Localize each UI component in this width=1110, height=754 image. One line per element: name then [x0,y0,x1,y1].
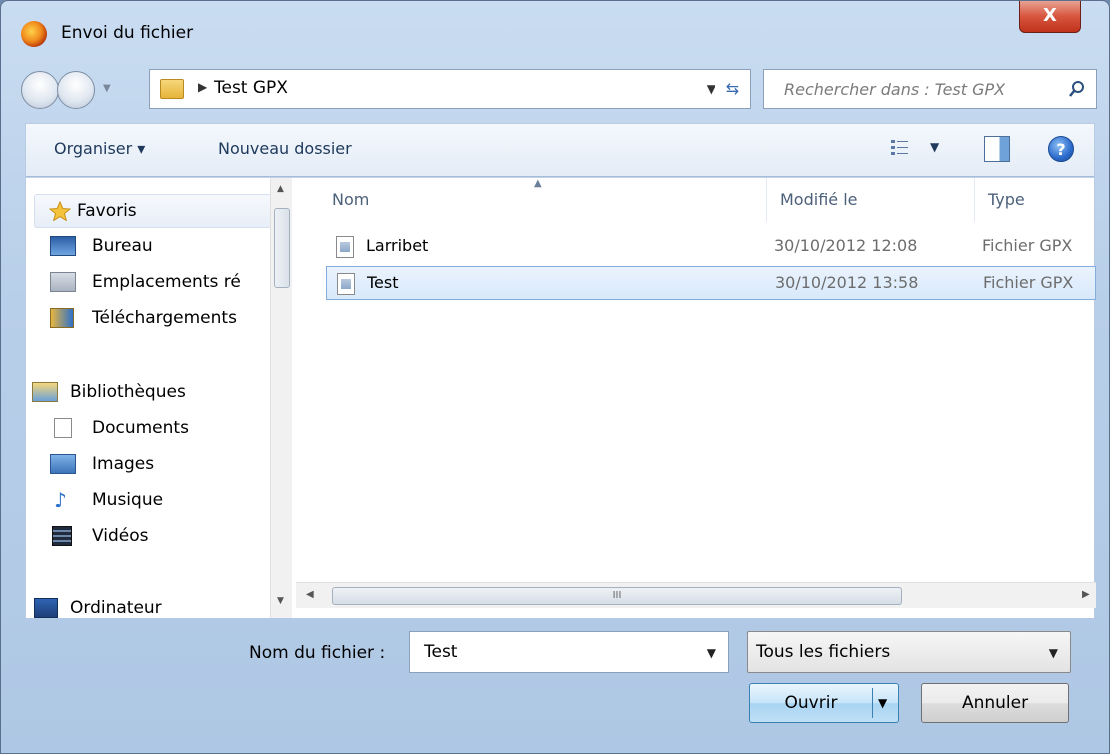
main-area: Favoris Bureau Emplacements ré Télécharg… [25,178,1096,618]
scroll-thumb[interactable]: III [332,587,902,605]
nav-item-favoris[interactable]: Favoris [34,194,272,228]
nav-label: Vidéos [92,526,149,546]
command-toolbar: Organiser ▾ Nouveau dossier ▼ ? [25,123,1095,177]
back-button[interactable] [21,71,59,109]
file-type: Fichier GPX [982,236,1073,255]
computer-icon [34,598,58,618]
scroll-left-icon[interactable]: ◀ [306,589,314,600]
breadcrumb-arrow-icon[interactable]: ▶ [198,80,207,94]
libraries-icon [32,382,58,402]
nav-label: Musique [92,490,164,510]
navigation-pane: Favoris Bureau Emplacements ré Télécharg… [26,178,296,618]
title-bar: Envoi du fichier X [1,1,1109,63]
nav-label: Bureau [92,236,153,256]
scroll-up-icon[interactable]: ▲ [277,184,284,194]
window-title: Envoi du fichier [61,23,194,43]
filename-input[interactable]: Test ▼ [409,631,729,673]
music-icon: ♪ [54,488,67,512]
nav-label: Ordinateur [70,598,162,618]
file-type: Fichier GPX [983,273,1074,292]
close-button[interactable]: X [1019,1,1081,33]
new-folder-button[interactable]: Nouveau dossier [218,139,352,158]
nav-item-ordinateur[interactable]: Ordinateur [26,592,276,618]
cancel-button[interactable]: Annuler [921,683,1069,723]
nav-item-images[interactable]: Images [26,448,276,482]
nav-item-telechargements[interactable]: Téléchargements [26,302,276,336]
nav-label: Images [92,454,155,474]
column-divider[interactable] [766,178,767,222]
history-dropdown-icon[interactable]: ▼ [103,83,111,94]
column-header-modified[interactable]: Modifié le [780,190,858,209]
refresh-button[interactable]: ⇆ [715,69,751,109]
file-modified: 30/10/2012 12:08 [774,236,918,255]
nav-item-documents[interactable]: Documents [26,412,276,446]
nav-label: Bibliothèques [70,382,186,402]
breadcrumb-current[interactable]: Test GPX [214,78,288,98]
file-row[interactable]: Larribet 30/10/2012 12:08 Fichier GPX [326,230,1096,264]
nav-label: Documents [92,418,189,438]
firefox-icon [21,21,47,47]
file-row-selected[interactable]: Test 30/10/2012 13:58 Fichier GPX [326,266,1096,300]
file-name: Larribet [366,236,429,255]
search-icon[interactable] [1068,80,1086,98]
sort-ascending-icon: ▲ [534,178,542,189]
nav-label: Téléchargements [92,308,237,328]
nav-item-musique[interactable]: ♪ Musique [26,484,276,518]
scroll-thumb[interactable] [274,208,290,288]
split-divider [872,688,873,718]
preview-pane-icon[interactable] [984,136,1010,162]
column-header-type[interactable]: Type [988,190,1025,209]
scroll-down-icon[interactable]: ▼ [277,596,284,606]
file-list: ▲ Nom Modifié le Type Larribet 30/10/201… [296,178,1096,618]
videos-icon [52,526,72,546]
navigation-bar: ▼ ▶ Test GPX ▼ ⇆ Rechercher dans : Test … [21,65,1097,111]
file-modified: 30/10/2012 13:58 [775,273,919,292]
search-input[interactable]: Rechercher dans : Test GPX [763,69,1097,109]
view-dropdown-icon[interactable]: ▼ [930,140,939,154]
desktop-icon [50,236,76,256]
open-options-dropdown-icon[interactable]: ▼ [878,684,887,722]
nav-item-emplacements[interactable]: Emplacements ré [26,266,276,300]
nav-label: Emplacements ré [92,272,241,292]
filetype-select[interactable]: Tous les fichiers ▼ [747,631,1071,673]
documents-icon [54,418,72,438]
nav-vertical-scrollbar[interactable]: ▲ ▼ [270,178,292,618]
open-button[interactable]: Ouvrir ▼ [749,683,899,723]
nav-item-bibliotheques[interactable]: Bibliothèques [26,376,276,410]
organize-menu[interactable]: Organiser ▾ [54,139,145,158]
filename-label: Nom du fichier : [249,643,386,663]
filetype-dropdown-icon[interactable]: ▼ [1049,646,1058,660]
forward-button[interactable] [57,71,95,109]
nav-item-videos[interactable]: Vidéos [26,520,276,554]
gpx-file-icon [336,236,354,258]
folder-icon [160,79,184,99]
scroll-right-icon[interactable]: ▶ [1082,589,1090,600]
downloads-icon [50,308,74,328]
gpx-file-icon [337,273,355,295]
nav-label: Favoris [77,201,137,221]
search-placeholder: Rechercher dans : Test GPX [784,80,1006,99]
open-button-label[interactable]: Ouvrir [750,684,872,722]
address-bar[interactable]: ▶ Test GPX ▼ [149,69,731,109]
file-name: Test [367,273,399,292]
view-options-icon[interactable] [890,138,910,158]
column-header-name[interactable]: Nom [332,190,369,209]
filename-value[interactable]: Test [424,642,457,662]
images-icon [50,454,76,474]
file-dialog: Envoi du fichier X ▼ ▶ Test GPX ▼ ⇆ Rech… [0,0,1110,754]
column-divider[interactable] [974,178,975,222]
star-icon [49,201,71,221]
nav-item-bureau[interactable]: Bureau [26,230,276,264]
file-list-horizontal-scrollbar[interactable]: ◀ III ▶ [296,582,1096,608]
recent-places-icon [50,272,76,292]
help-icon[interactable]: ? [1048,136,1074,162]
filetype-value: Tous les fichiers [756,642,891,662]
filename-dropdown-icon[interactable]: ▼ [707,646,716,660]
